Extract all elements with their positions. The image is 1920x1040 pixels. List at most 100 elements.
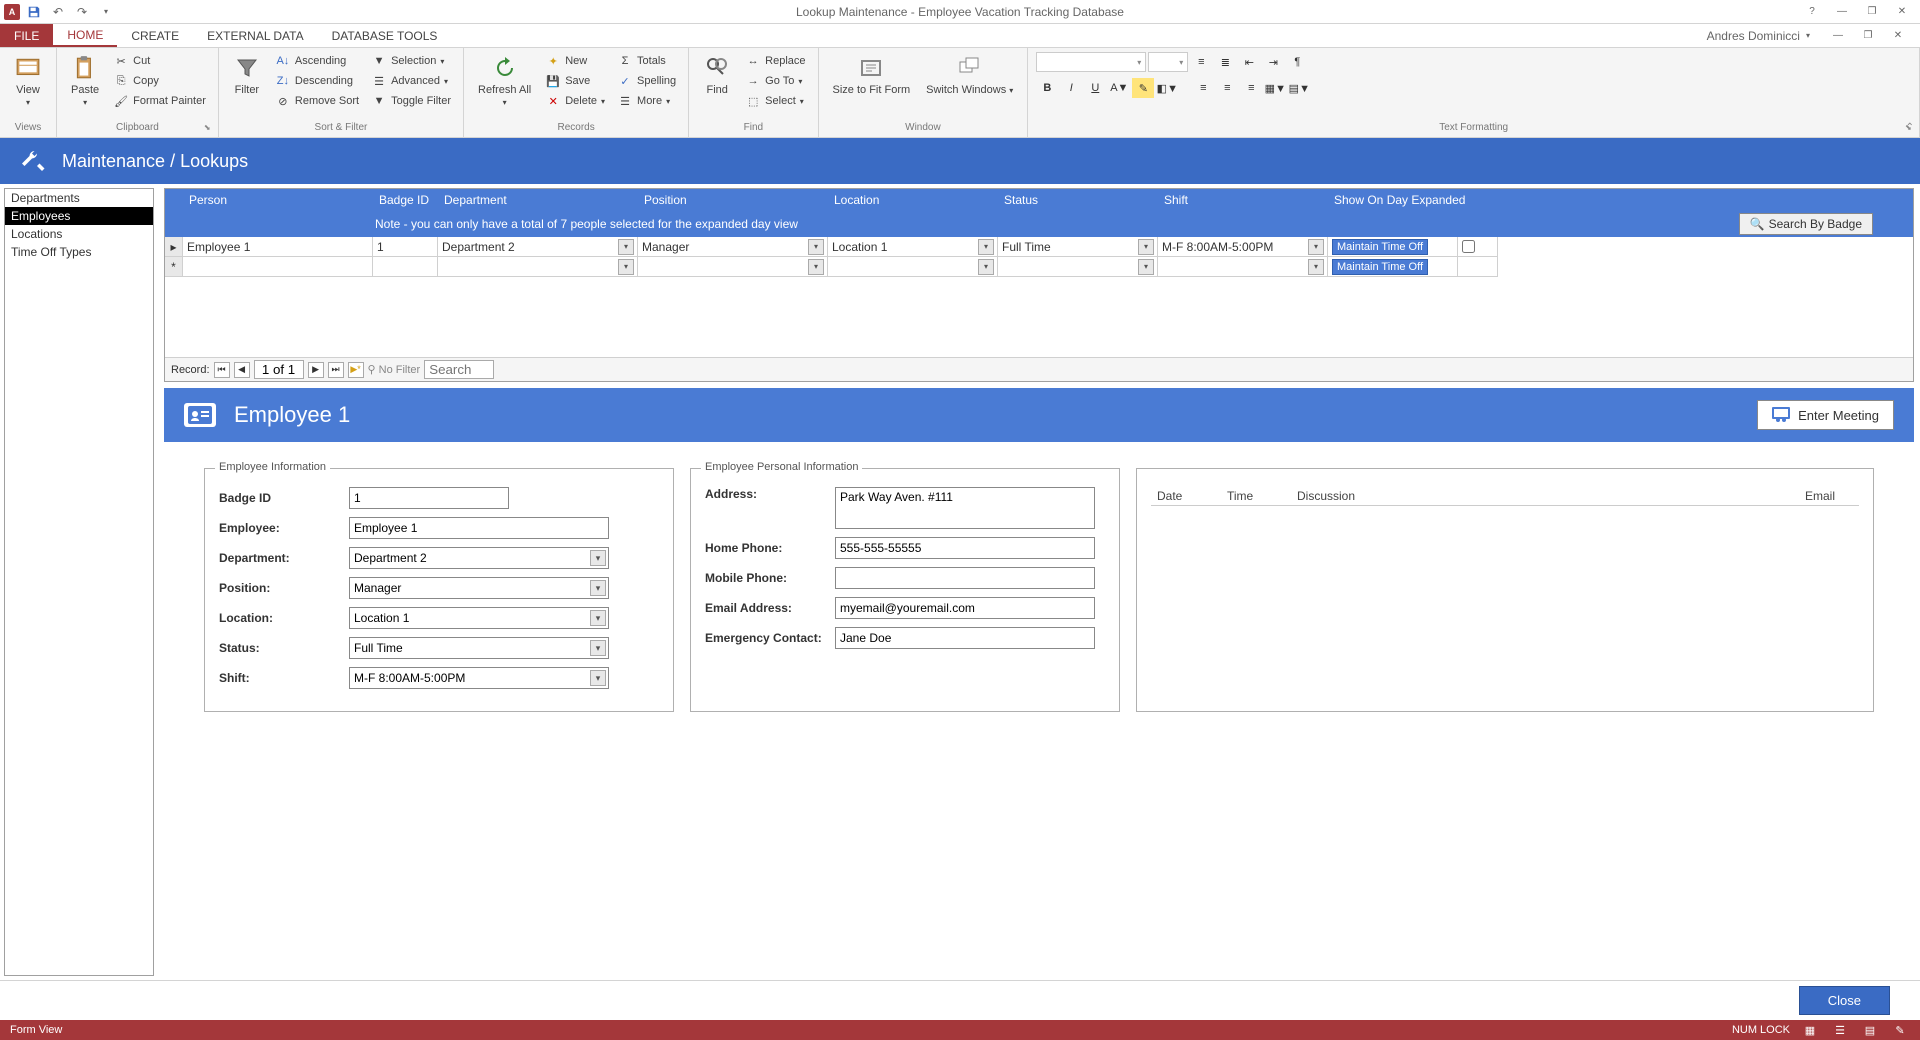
- restore-button[interactable]: ❐: [1858, 2, 1886, 22]
- font-size-combo[interactable]: [1148, 52, 1188, 72]
- filter-button[interactable]: Filter: [227, 52, 267, 98]
- expanded-checkbox[interactable]: [1462, 240, 1475, 253]
- new-button[interactable]: ✦New: [541, 52, 609, 70]
- totals-button[interactable]: ΣTotals: [613, 52, 680, 70]
- advanced-button[interactable]: ☰Advanced ▾: [367, 72, 455, 90]
- address-input[interactable]: [835, 487, 1095, 529]
- qat-more-icon[interactable]: ▾: [96, 2, 116, 22]
- user-name[interactable]: Andres Dominicci: [1707, 29, 1800, 43]
- maintain-time-off-button[interactable]: Maintain Time Off: [1332, 239, 1428, 255]
- close-form-button[interactable]: Close: [1799, 986, 1890, 1015]
- table-row[interactable]: ▸ Employee 1 1 Department 2 Manager Loca…: [165, 237, 1913, 257]
- department-combo[interactable]: [349, 547, 609, 569]
- cell-department[interactable]: Department 2: [438, 237, 638, 257]
- cell-badge[interactable]: [373, 257, 438, 277]
- bullets-icon[interactable]: ≡: [1190, 52, 1212, 72]
- nav-prev-button[interactable]: ◀: [234, 362, 250, 378]
- sidebar-item-departments[interactable]: Departments: [5, 189, 153, 207]
- replace-button[interactable]: ↔Replace: [741, 52, 809, 70]
- find-button[interactable]: Find: [697, 52, 737, 98]
- selection-button[interactable]: ▼Selection ▾: [367, 52, 455, 70]
- location-combo[interactable]: [349, 607, 609, 629]
- mobile-phone-input[interactable]: [835, 567, 1095, 589]
- redo-icon[interactable]: ↷: [72, 2, 92, 22]
- ascending-button[interactable]: A↓Ascending: [271, 52, 363, 70]
- maintain-time-off-button[interactable]: Maintain Time Off: [1332, 259, 1428, 275]
- mdi-minimize-button[interactable]: —: [1824, 26, 1852, 46]
- cell-person[interactable]: Employee 1: [183, 237, 373, 257]
- align-left-button[interactable]: ≡: [1192, 78, 1214, 98]
- status-combo[interactable]: [349, 637, 609, 659]
- cell-status[interactable]: [998, 257, 1158, 277]
- undo-icon[interactable]: ↶: [48, 2, 68, 22]
- highlight-button[interactable]: ✎: [1132, 78, 1154, 98]
- save-icon[interactable]: [24, 2, 44, 22]
- descending-button[interactable]: Z↓Descending: [271, 72, 363, 90]
- view-button[interactable]: View▾: [8, 52, 48, 110]
- paste-button[interactable]: Paste▾: [65, 52, 105, 110]
- sidebar-item-locations[interactable]: Locations: [5, 225, 153, 243]
- cell-department[interactable]: [438, 257, 638, 277]
- underline-button[interactable]: U: [1084, 78, 1106, 98]
- mdi-restore-button[interactable]: ❐: [1854, 26, 1882, 46]
- alt-row-button[interactable]: ▤▼: [1288, 78, 1310, 98]
- cell-shift[interactable]: M-F 8:00AM-5:00PM: [1158, 237, 1328, 257]
- badge-id-input[interactable]: [349, 487, 509, 509]
- cell-location[interactable]: [828, 257, 998, 277]
- tab-create[interactable]: CREATE: [117, 24, 193, 47]
- font-color-button[interactable]: A▼: [1108, 78, 1130, 98]
- nav-new-button[interactable]: ▶*: [348, 362, 364, 378]
- view-form-icon[interactable]: ▦: [1800, 1022, 1820, 1038]
- spelling-button[interactable]: ✓Spelling: [613, 72, 680, 90]
- fill-button[interactable]: ◧▼: [1156, 78, 1178, 98]
- indent-dec-icon[interactable]: ⇤: [1238, 52, 1260, 72]
- employee-input[interactable]: [349, 517, 609, 539]
- align-right-button[interactable]: ≡: [1240, 78, 1262, 98]
- save-button[interactable]: 💾Save: [541, 72, 609, 90]
- nav-next-button[interactable]: ▶: [308, 362, 324, 378]
- view-datasheet-icon[interactable]: ☰: [1830, 1022, 1850, 1038]
- view-design-icon[interactable]: ✎: [1890, 1022, 1910, 1038]
- nav-first-button[interactable]: ⏮: [214, 362, 230, 378]
- gridlines-button[interactable]: ▦▼: [1264, 78, 1286, 98]
- row-selector-new[interactable]: *: [165, 257, 183, 277]
- show-expanded-check[interactable]: [1458, 237, 1498, 257]
- tab-file[interactable]: FILE: [0, 24, 53, 47]
- tab-home[interactable]: HOME: [53, 24, 117, 47]
- cell-location[interactable]: Location 1: [828, 237, 998, 257]
- minimize-button[interactable]: —: [1828, 2, 1856, 22]
- shift-combo[interactable]: [349, 667, 609, 689]
- cell-badge[interactable]: 1: [373, 237, 438, 257]
- switch-windows-button[interactable]: Switch Windows ▾: [920, 52, 1019, 98]
- numbering-icon[interactable]: ≣: [1214, 52, 1236, 72]
- delete-button[interactable]: ✕Delete ▾: [541, 92, 609, 110]
- email-input[interactable]: [835, 597, 1095, 619]
- view-layout-icon[interactable]: ▤: [1860, 1022, 1880, 1038]
- search-by-badge-button[interactable]: 🔍Search By Badge: [1739, 213, 1873, 235]
- align-center-button[interactable]: ≡: [1216, 78, 1238, 98]
- help-button[interactable]: ?: [1798, 2, 1826, 22]
- row-selector[interactable]: ▸: [165, 237, 183, 257]
- remove-sort-button[interactable]: ⊘Remove Sort: [271, 92, 363, 110]
- enter-meeting-button[interactable]: Enter Meeting: [1757, 400, 1894, 430]
- sidebar-item-timeoff[interactable]: Time Off Types: [5, 243, 153, 261]
- tab-database-tools[interactable]: DATABASE TOOLS: [318, 24, 452, 47]
- indent-inc-icon[interactable]: ⇥: [1262, 52, 1284, 72]
- emergency-input[interactable]: [835, 627, 1095, 649]
- cell-person[interactable]: [183, 257, 373, 277]
- nav-filter-label[interactable]: ⚲ No Filter: [368, 363, 421, 376]
- goto-button[interactable]: →Go To ▾: [741, 72, 809, 90]
- italic-button[interactable]: I: [1060, 78, 1082, 98]
- bold-button[interactable]: B: [1036, 78, 1058, 98]
- mdi-close-button[interactable]: ✕: [1884, 26, 1912, 46]
- more-button[interactable]: ☰More ▾: [613, 92, 680, 110]
- size-to-fit-button[interactable]: Size to Fit Form: [827, 52, 917, 98]
- ltr-icon[interactable]: ¶: [1286, 52, 1308, 72]
- nav-last-button[interactable]: ⏭: [328, 362, 344, 378]
- nav-position-input[interactable]: [254, 360, 304, 379]
- sidebar-item-employees[interactable]: Employees: [5, 207, 153, 225]
- toggle-filter-button[interactable]: ▼Toggle Filter: [367, 92, 455, 110]
- table-row-new[interactable]: * Maintain Time Off: [165, 257, 1913, 277]
- copy-button[interactable]: ⎘Copy: [109, 72, 210, 90]
- tab-external-data[interactable]: EXTERNAL DATA: [193, 24, 317, 47]
